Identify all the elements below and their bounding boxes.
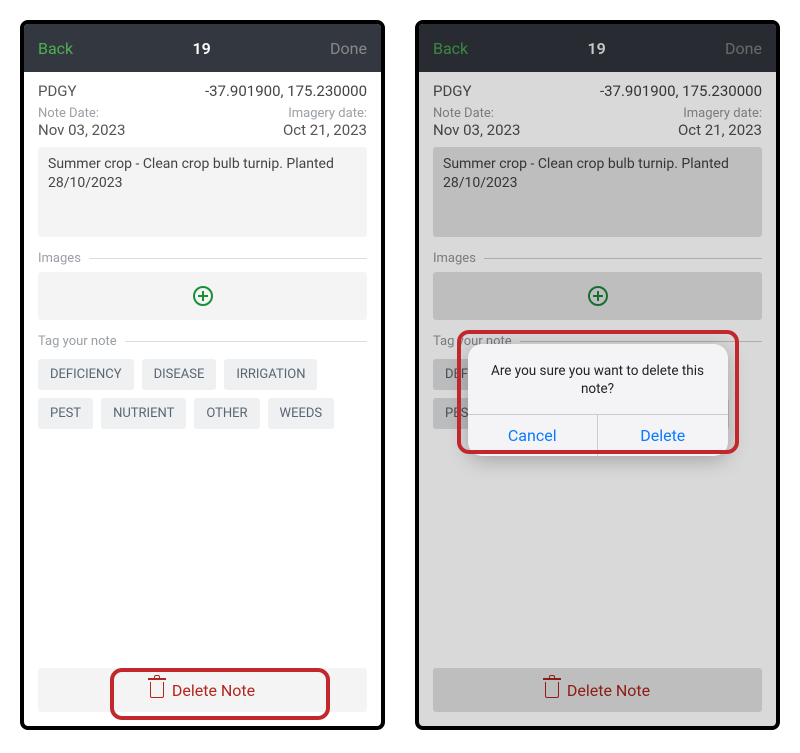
dialog-message: Are you sure you want to delete this not… [468,344,728,414]
note-text-area[interactable]: Summer crop - Clean crop bulb turnip. Pl… [38,147,367,237]
location-code: PDGY [38,82,77,100]
note-date-value: Nov 03, 2023 [38,121,125,139]
confirm-delete-dialog: Are you sure you want to delete this not… [468,344,728,456]
cancel-button[interactable]: Cancel [468,415,598,456]
imagery-date-value: Oct 21, 2023 [283,121,367,139]
tag-other[interactable]: OTHER [194,398,259,429]
coordinates: -37.901900, 175.230000 [205,82,367,100]
back-button[interactable]: Back [38,39,73,58]
add-image-icon[interactable] [193,286,213,306]
done-button[interactable]: Done [330,39,367,58]
delete-note-button[interactable]: Delete Note [38,668,367,712]
images-box [38,272,367,320]
tag-irrigation[interactable]: IRRIGATION [224,359,317,390]
nav-bar: Back 19 Done [24,24,381,72]
tag-nutrient[interactable]: NUTRIENT [101,398,186,429]
imagery-date-label: Imagery date: [288,106,367,121]
images-section-label: Images [38,251,81,266]
trash-icon [150,682,164,698]
phone-screen-note-detail: Back 19 Done PDGY -37.901900, 175.230000… [20,20,385,730]
tag-deficiency[interactable]: DEFICIENCY [38,359,134,390]
divider [89,258,367,259]
confirm-delete-button[interactable]: Delete [597,415,728,456]
tags-container: DEFICIENCY DISEASE IRRIGATION PEST NUTRI… [38,359,367,429]
tag-weeds[interactable]: WEEDS [268,398,335,429]
tags-section-label: Tag your note [38,334,117,349]
tag-disease[interactable]: DISEASE [142,359,217,390]
phone-screen-delete-confirm: Back 19 Done PDGY -37.901900, 175.230000… [415,20,780,730]
divider [125,341,367,342]
note-date-label: Note Date: [38,106,99,121]
content-area: PDGY -37.901900, 175.230000 Note Date: I… [24,72,381,726]
nav-title: 19 [192,39,210,58]
tag-pest[interactable]: PEST [38,398,93,429]
delete-note-label: Delete Note [172,681,255,700]
